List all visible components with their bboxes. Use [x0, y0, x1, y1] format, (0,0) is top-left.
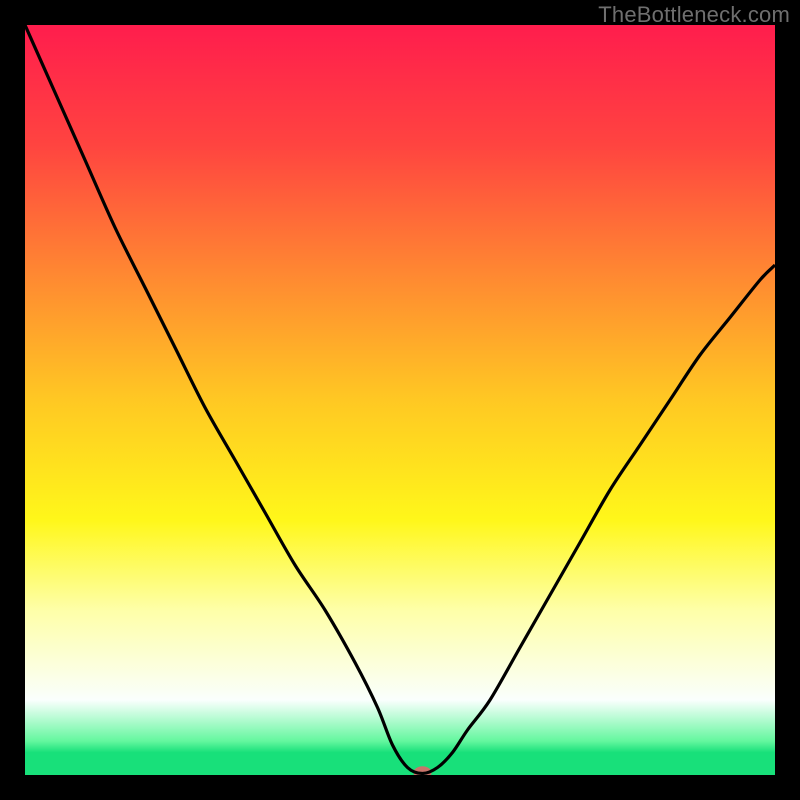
gradient-background [25, 25, 775, 775]
bottleneck-chart [0, 0, 800, 800]
chart-container: TheBottleneck.com [0, 0, 800, 800]
watermark-text: TheBottleneck.com [598, 2, 790, 28]
